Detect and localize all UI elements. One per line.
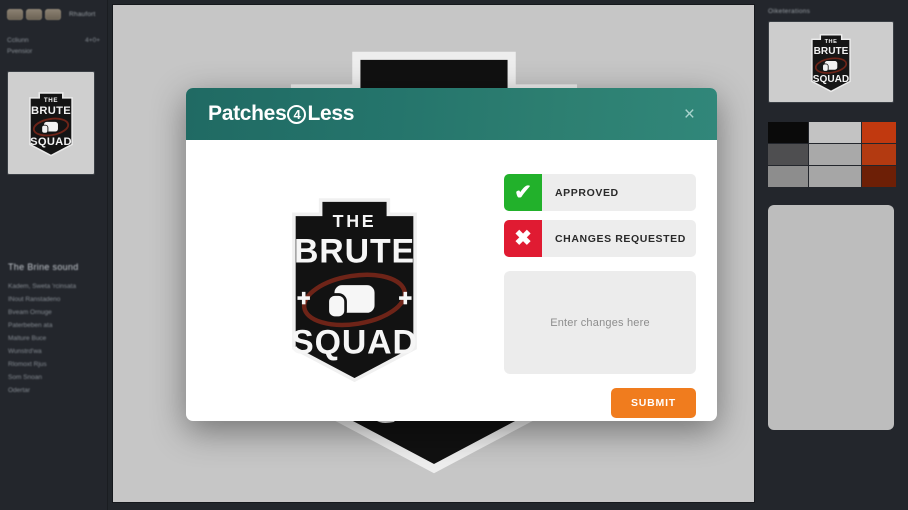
svg-text:BRUTE: BRUTE (31, 105, 71, 117)
toolbar-chip-3-icon[interactable] (45, 9, 61, 20)
color-swatch[interactable] (862, 166, 896, 187)
sidebar-meta-label: Ccliunn (7, 37, 29, 44)
toolbar-chip-1-icon[interactable] (7, 9, 23, 20)
modal-title: Patches 4 Less (208, 102, 354, 126)
color-swatch[interactable] (809, 144, 861, 165)
svg-text:SQUAD: SQUAD (30, 136, 72, 148)
changes-textarea-placeholder: Enter changes here (550, 316, 650, 329)
modal-header: Patches 4 Less × (186, 88, 717, 140)
brute-squad-logo-icon: THE BRUTE SQUAD (29, 92, 73, 157)
right-panel: Oiketerations THE BRUTE SQUAD (760, 0, 908, 510)
cross-icon: ✖ (504, 220, 542, 257)
list-item[interactable]: Paterbeben ata (8, 319, 102, 332)
list-item[interactable]: Kadem, Sweta 'rcinsata (8, 280, 102, 293)
modal-preview-area[interactable]: THE BRUTE SQUAD (204, 154, 504, 418)
list-item[interactable]: Wunstrd'wa (8, 345, 102, 358)
sidebar-toolbar: Rhaufort (7, 6, 100, 23)
list-item[interactable]: Som Snoan (8, 371, 102, 384)
submit-row: SUBMIT (504, 388, 696, 418)
sidebar-list: The Brine sound Kadem, Sweta 'rcinsata I… (8, 262, 102, 397)
check-icon: ✔ (504, 174, 542, 211)
color-swatch[interactable] (768, 122, 808, 143)
modal-brute-squad-proof-icon: THE BRUTE SQUAD (291, 197, 418, 382)
list-item[interactable]: Rlomoxt Rjus (8, 358, 102, 371)
changes-requested-button[interactable]: ✖ CHANGES REQUESTED (504, 220, 696, 257)
svg-text:BRUTE: BRUTE (814, 46, 849, 57)
changes-requested-button-label: CHANGES REQUESTED (542, 220, 696, 257)
left-sidebar: Rhaufort Ccliunn 4+0+ Pvensior THE BRUTE (0, 0, 108, 510)
modal-title-prefix: Patches (208, 102, 287, 125)
color-swatch[interactable] (809, 122, 861, 143)
svg-text:BRUTE: BRUTE (293, 232, 414, 270)
sidebar-meta: Ccliunn 4+0+ Pvensior (7, 35, 100, 57)
submit-button[interactable]: SUBMIT (610, 388, 696, 418)
toolbar-chip-2-icon[interactable] (26, 9, 42, 20)
list-item[interactable]: Odertar (8, 384, 102, 397)
approved-button[interactable]: ✔ APPROVED (504, 174, 696, 211)
close-icon[interactable]: × (678, 103, 701, 126)
modal-title-suffix: Less (307, 102, 355, 125)
sidebar-logo-thumbnail[interactable]: THE BRUTE SQUAD (7, 71, 95, 175)
right-panel-thumbnail[interactable]: THE BRUTE SQUAD (768, 21, 894, 103)
right-panel-label: Oiketerations (768, 8, 811, 15)
list-item[interactable]: Malture Buce (8, 332, 102, 345)
sidebar-meta-value: 4+0+ (85, 37, 100, 44)
sidebar-list-title: The Brine sound (8, 262, 79, 272)
right-panel-preview-placeholder[interactable] (768, 205, 894, 430)
svg-text:THE: THE (332, 210, 376, 230)
svg-text:THE: THE (825, 39, 838, 45)
list-item[interactable]: Bveam Ornuge (8, 306, 102, 319)
sidebar-meta-row: Pvensior (7, 46, 100, 57)
list-item[interactable]: INout Ranstadeno (8, 293, 102, 306)
color-swatch[interactable] (768, 166, 808, 187)
svg-text:THE: THE (44, 97, 58, 104)
svg-text:SQUAD: SQUAD (813, 74, 849, 85)
brute-squad-logo-icon: THE BRUTE SQUAD (811, 34, 851, 93)
modal-body: THE BRUTE SQUAD ✔ APPROVED ✖ CHANGES REQ… (186, 140, 717, 421)
color-swatch[interactable] (768, 144, 808, 165)
modal-title-number-badge: 4 (287, 104, 307, 124)
proof-approval-modal: Patches 4 Less × THE BRUTE SQUAD ✔ APPRO… (186, 88, 717, 421)
sidebar-meta-row: Ccliunn 4+0+ (7, 35, 100, 46)
changes-textarea[interactable]: Enter changes here (504, 271, 696, 374)
svg-text:SQUAD: SQUAD (291, 323, 418, 361)
sidebar-toolbar-label: Rhaufort (69, 11, 96, 18)
color-swatch[interactable] (862, 144, 896, 165)
approved-button-label: APPROVED (542, 174, 696, 211)
color-swatch[interactable] (809, 166, 861, 187)
app-window: Rhaufort Ccliunn 4+0+ Pvensior THE BRUTE (0, 0, 908, 510)
modal-actions-area: ✔ APPROVED ✖ CHANGES REQUESTED Enter cha… (504, 154, 699, 418)
sidebar-meta-label: Pvensior (7, 48, 33, 55)
color-swatch[interactable] (862, 122, 896, 143)
color-swatch-grid (768, 122, 896, 187)
